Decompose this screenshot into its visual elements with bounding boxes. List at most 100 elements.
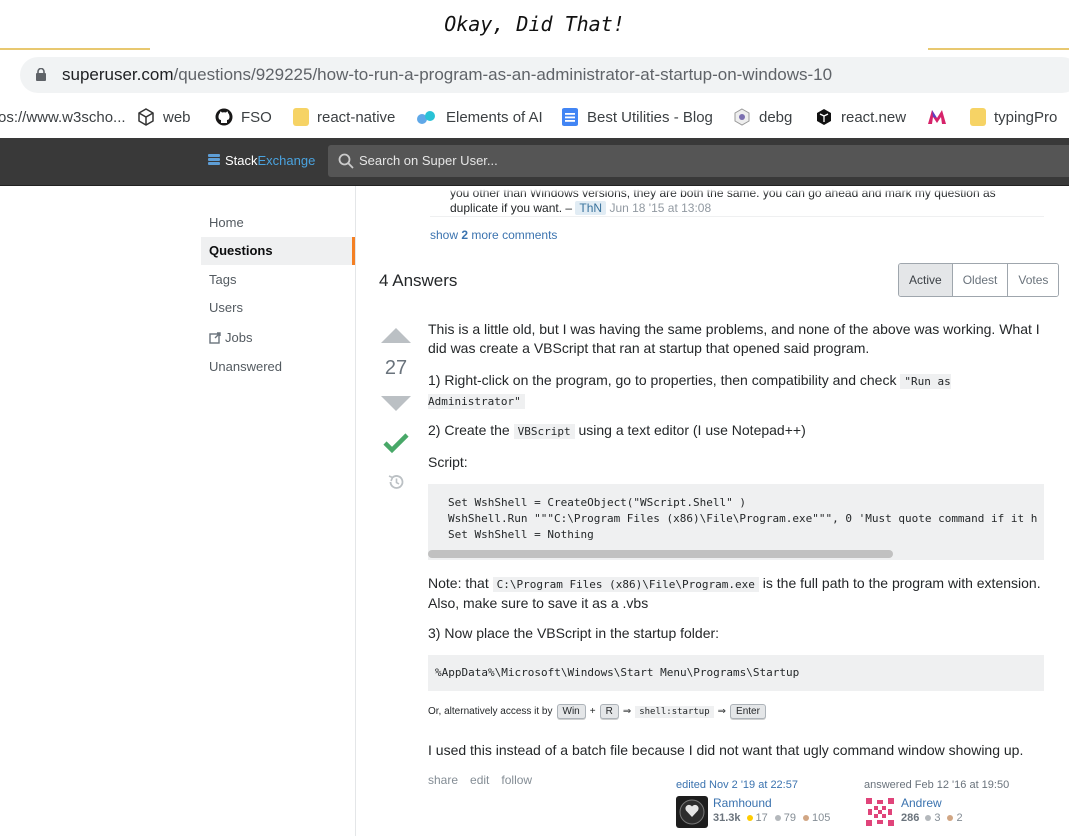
url-text: superuser.com/questions/929225/how-to-ru… bbox=[62, 65, 832, 85]
answer-sort-tabs: Active Oldest Votes bbox=[898, 263, 1060, 297]
bookmark-w3schools[interactable]: os://www.w3scho... bbox=[0, 104, 126, 130]
kbd-r: R bbox=[599, 704, 619, 719]
address-bar[interactable]: superuser.com/questions/929225/how-to-ru… bbox=[20, 57, 1069, 93]
comment-user[interactable]: ThN bbox=[575, 201, 607, 215]
code-horizontal-scrollbar[interactable] bbox=[428, 550, 893, 558]
sidebar-item-users[interactable]: Users bbox=[209, 300, 243, 315]
lock-icon bbox=[36, 68, 46, 81]
site-topbar: Stack Exchange Search on Super User... bbox=[0, 138, 1069, 186]
post-menu: share edit follow bbox=[428, 773, 532, 787]
author-silver-count: 3 bbox=[934, 812, 941, 824]
step2-pre: 2) Create the bbox=[428, 422, 510, 438]
note-pre: Note: that bbox=[428, 575, 489, 591]
bookmark-label: FSO bbox=[241, 108, 272, 126]
alt-access-text: Or, alternatively access it by bbox=[428, 706, 553, 717]
answered-timestamp[interactable]: answered Feb 12 '16 at 19:50 bbox=[864, 779, 1009, 791]
bookmark-label: react.new bbox=[841, 108, 907, 126]
editor-gold-count: 17 bbox=[755, 812, 768, 824]
author-name[interactable]: Andrew bbox=[901, 796, 942, 810]
sidebar-item-home[interactable]: Home bbox=[209, 215, 244, 230]
caption-text: Okay, Did That! bbox=[444, 12, 625, 36]
gold-badge-icon bbox=[746, 815, 753, 821]
show-more-count: 2 bbox=[461, 228, 469, 242]
bronze-badge-icon bbox=[947, 815, 954, 821]
sidebar-item-questions-label: Questions bbox=[209, 243, 273, 258]
bookmark-web[interactable]: web bbox=[137, 104, 191, 130]
show-more-comments-link[interactable]: show 2 more comments bbox=[430, 228, 557, 242]
author-bronze-count: 2 bbox=[956, 812, 963, 824]
cube-icon bbox=[138, 108, 154, 126]
answer-paragraph-5: 3) Now place the VBScript in the startup… bbox=[428, 625, 720, 641]
bookmark-label: typingPro bbox=[994, 108, 1058, 126]
bookmark-label: react-native bbox=[317, 108, 396, 126]
upvote-arrow-icon[interactable] bbox=[381, 328, 411, 343]
sort-oldest-button[interactable]: Oldest bbox=[951, 264, 1008, 296]
bookmark-fso[interactable]: FSO bbox=[215, 104, 272, 130]
bronze-badge-icon bbox=[803, 815, 810, 821]
bookmark-best-utilities[interactable]: Best Utilities - Blog bbox=[561, 104, 713, 130]
arrow-icon: ⇒ bbox=[622, 706, 632, 717]
stackexchange-icon bbox=[208, 154, 220, 167]
bookmark-react-native[interactable]: react-native bbox=[293, 104, 395, 130]
comment-clip-overlay bbox=[450, 186, 1040, 194]
bookmark-react-new[interactable]: react.new bbox=[815, 104, 906, 130]
meme-caption: Okay, Did That! bbox=[0, 0, 1069, 51]
comment-line2: duplicate if you want. – ThN Jun 18 '15 … bbox=[450, 201, 1040, 216]
step2-post: using a text editor (I use Notepad++) bbox=[578, 422, 806, 438]
editor-bronze-count: 105 bbox=[812, 812, 831, 824]
vote-count: 27 bbox=[384, 357, 408, 379]
avatar-andrew[interactable] bbox=[864, 796, 896, 828]
bookmarks-bar: os://www.w3scho... web FSO react-native bbox=[0, 100, 1069, 134]
editor-reputation: 31.3k 17 79 105 bbox=[713, 812, 830, 824]
arrow-icon: ⇒ bbox=[717, 706, 727, 717]
bookmark-typingpro[interactable]: typingPro bbox=[970, 104, 1057, 130]
edited-timestamp[interactable]: edited Nov 2 '19 at 22:57 bbox=[676, 779, 798, 791]
answer-paragraph-3: 2) Create the VBScript using a text edit… bbox=[428, 421, 1044, 441]
sort-votes-button[interactable]: Votes bbox=[1007, 264, 1059, 296]
answer-note: Note: that C:\Program Files (x86)\File\P… bbox=[428, 574, 1044, 613]
answer-paragraph-1: This is a little old, but I was having t… bbox=[428, 321, 1040, 356]
show-more-suffix: more comments bbox=[471, 228, 558, 242]
sidebar-item-jobs[interactable]: Jobs bbox=[209, 330, 252, 345]
kbd-plus: + bbox=[589, 706, 596, 717]
downvote-arrow-icon[interactable] bbox=[381, 396, 411, 411]
history-icon[interactable] bbox=[387, 473, 405, 491]
inline-code-program-path: C:\Program Files (x86)\File\Program.exe bbox=[492, 577, 759, 592]
step1-text: 1) Right-click on the program, go to pro… bbox=[428, 372, 897, 388]
sidebar-item-tags[interactable]: Tags bbox=[209, 272, 236, 287]
kbd-win: Win bbox=[556, 704, 586, 719]
folder-icon bbox=[970, 108, 986, 126]
edit-link[interactable]: edit bbox=[470, 773, 489, 787]
script-label: Script: bbox=[428, 454, 468, 470]
search-icon bbox=[338, 153, 354, 169]
silver-badge-icon bbox=[774, 815, 781, 821]
eye-icon bbox=[734, 108, 750, 126]
search-input[interactable]: Search on Super User... bbox=[328, 145, 1069, 177]
follow-link[interactable]: follow bbox=[501, 773, 532, 787]
codesandbox-icon bbox=[817, 109, 831, 125]
url-host: superuser.com bbox=[62, 65, 174, 84]
answer-paragraph-2: 1) Right-click on the program, go to pro… bbox=[428, 371, 1044, 411]
bookmark-m-logo[interactable] bbox=[927, 104, 947, 130]
startup-path-text: %AppData%\Microsoft\Windows\Start Menu\P… bbox=[435, 666, 800, 679]
avatar-ramhound[interactable] bbox=[676, 796, 708, 828]
bookmark-label: debg bbox=[759, 108, 793, 126]
search-placeholder: Search on Super User... bbox=[359, 153, 498, 168]
bookmark-debg[interactable]: debg bbox=[733, 104, 792, 130]
comment-date[interactable]: Jun 18 '15 at 13:08 bbox=[609, 201, 711, 215]
editor-name[interactable]: Ramhound bbox=[713, 796, 772, 810]
m-logo-icon bbox=[928, 110, 946, 124]
share-link[interactable]: share bbox=[428, 773, 458, 787]
stackexchange-logo[interactable]: Stack Exchange bbox=[208, 153, 315, 168]
bookmark-elements-of-ai[interactable]: Elements of AI bbox=[416, 104, 543, 130]
show-more-prefix: show bbox=[430, 228, 459, 242]
dots-icon bbox=[417, 111, 435, 124]
editor-rep-score: 31.3k bbox=[713, 812, 741, 824]
bookmark-label: os://www.w3scho... bbox=[0, 108, 126, 126]
silver-badge-icon bbox=[925, 815, 932, 821]
editor-silver-count: 79 bbox=[783, 812, 797, 824]
sidebar-item-unanswered[interactable]: Unanswered bbox=[209, 359, 282, 374]
sort-active-button[interactable]: Active bbox=[899, 264, 952, 296]
inline-code-shell-startup: shell:startup bbox=[635, 705, 714, 718]
browser-chrome: superuser.com/questions/929225/how-to-ru… bbox=[0, 50, 1069, 138]
